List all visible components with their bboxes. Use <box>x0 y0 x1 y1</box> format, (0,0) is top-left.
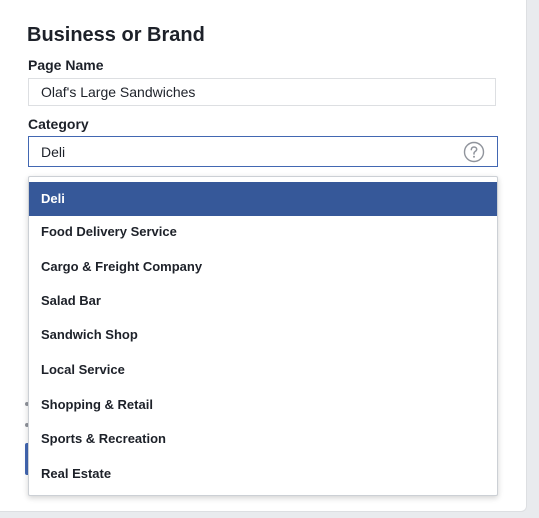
dropdown-option[interactable]: Sports & Recreation <box>29 422 497 456</box>
category-dropdown: Deli Food Delivery Service Cargo & Freight… <box>28 176 498 496</box>
dropdown-option[interactable]: Cargo & Freight Company <box>29 250 497 284</box>
question-circle-icon[interactable] <box>463 141 485 163</box>
section-title: Business or Brand <box>27 24 205 46</box>
dropdown-option[interactable]: Deli <box>29 182 497 216</box>
dropdown-option[interactable]: Shopping & Retail <box>29 388 497 422</box>
dropdown-option[interactable]: Sandwich Shop <box>29 318 497 352</box>
dropdown-option[interactable]: Salad Bar <box>29 284 497 318</box>
dropdown-option[interactable]: Local Service <box>29 353 497 387</box>
category-label: Category <box>28 116 89 132</box>
category-input[interactable] <box>29 137 449 166</box>
page-name-label: Page Name <box>28 57 104 73</box>
dropdown-option[interactable]: Real Estate <box>29 457 497 491</box>
dropdown-option[interactable]: Food Delivery Service <box>29 215 497 249</box>
page-name-input[interactable] <box>28 78 496 106</box>
category-field[interactable] <box>28 136 498 167</box>
